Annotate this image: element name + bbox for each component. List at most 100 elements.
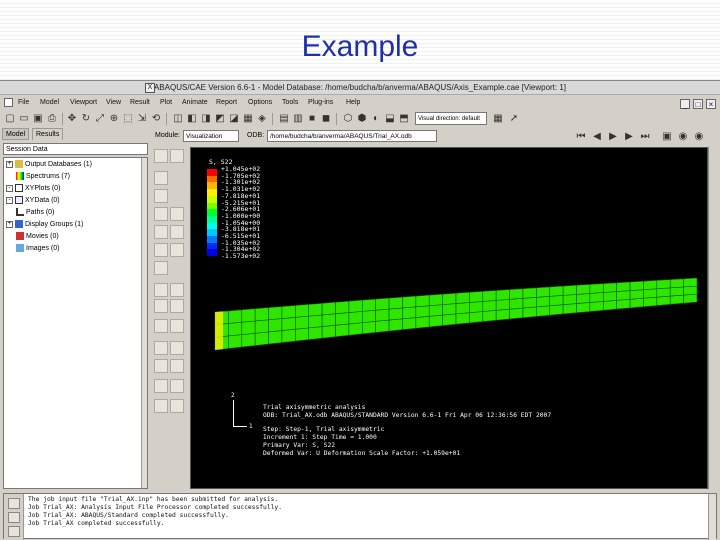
- mesh-element[interactable]: [415, 294, 430, 308]
- python-shell-icon[interactable]: [8, 512, 20, 523]
- material-orientation-icon[interactable]: [170, 225, 184, 239]
- mesh-element[interactable]: [629, 280, 644, 291]
- mesh-element[interactable]: [254, 307, 269, 322]
- plot-deformed-icon[interactable]: [170, 149, 184, 163]
- viewport-cascade-icon[interactable]: ◉: [693, 131, 705, 143]
- grid-toggle-icon[interactable]: ▦: [492, 113, 504, 125]
- top-view-icon[interactable]: ◨: [200, 113, 212, 125]
- mesh-element[interactable]: [295, 327, 310, 342]
- mesh-element[interactable]: [335, 312, 350, 326]
- create-path-icon[interactable]: [154, 299, 168, 313]
- free-body-icon[interactable]: [170, 341, 184, 355]
- mesh-element[interactable]: [428, 314, 443, 328]
- mesh-element[interactable]: [509, 298, 524, 310]
- mesh-element[interactable]: [402, 317, 417, 330]
- mesh-element[interactable]: [442, 313, 457, 326]
- mesh-element[interactable]: [375, 297, 390, 311]
- mesh-element[interactable]: [295, 304, 310, 318]
- mesh-element[interactable]: [348, 322, 363, 336]
- mesh-element[interactable]: [335, 323, 350, 338]
- expand-icon[interactable]: -: [6, 184, 13, 192]
- mesh-element[interactable]: [402, 306, 417, 320]
- mesh-element[interactable]: [375, 319, 390, 333]
- mesh-element[interactable]: [602, 282, 617, 293]
- maximize-icon[interactable]: □: [693, 99, 703, 109]
- open-folder-icon[interactable]: ▭: [18, 113, 30, 125]
- mesh-element[interactable]: [388, 318, 403, 332]
- tree-item-paths[interactable]: Paths (0): [16, 208, 54, 218]
- previous-frame-icon[interactable]: ◀: [591, 131, 603, 143]
- menu-animate[interactable]: Animate: [182, 96, 208, 110]
- create-display-group-icon[interactable]: [154, 359, 168, 373]
- color-code-icon[interactable]: [154, 379, 168, 393]
- module-select[interactable]: Visualization: [183, 130, 239, 142]
- mesh-element[interactable]: [254, 331, 269, 346]
- right-view-icon[interactable]: ▦: [242, 113, 254, 125]
- mesh-element[interactable]: [361, 320, 376, 335]
- tab-results[interactable]: Results: [32, 128, 64, 140]
- front-view-icon[interactable]: ◫: [172, 113, 184, 125]
- auto-fit-icon[interactable]: ⇲: [136, 113, 148, 125]
- plot-contour-icon[interactable]: [154, 171, 168, 185]
- remove-display-group-icon[interactable]: [170, 359, 184, 373]
- menu-options[interactable]: Options: [248, 96, 272, 110]
- mesh-element[interactable]: [643, 288, 658, 299]
- mesh-element[interactable]: [536, 305, 551, 317]
- mesh-element[interactable]: [268, 318, 283, 333]
- print-icon[interactable]: ⎙: [46, 113, 58, 125]
- render-style-icon[interactable]: ◐: [370, 113, 382, 125]
- mesh-element[interactable]: [522, 287, 537, 299]
- view-cut-icon[interactable]: [170, 319, 184, 333]
- menu-viewport[interactable]: Viewport: [70, 96, 97, 110]
- mesh-element[interactable]: [522, 306, 537, 319]
- mesh-element[interactable]: [669, 286, 684, 297]
- menu-model[interactable]: Model: [40, 96, 59, 110]
- mesh-element[interactable]: [254, 319, 269, 334]
- mesh-element[interactable]: [268, 330, 283, 345]
- menu-plugins[interactable]: Plug-ins: [308, 96, 333, 110]
- shaded-icon[interactable]: ◼: [320, 113, 332, 125]
- tree-item-xydata[interactable]: - XYData (0): [6, 196, 60, 206]
- last-frame-icon[interactable]: ⏭: [639, 131, 651, 143]
- next-frame-icon[interactable]: ▶: [623, 131, 635, 143]
- minimize-icon[interactable]: _: [680, 99, 690, 109]
- hidden-line-icon[interactable]: ▥: [292, 113, 304, 125]
- mesh-element[interactable]: [469, 301, 484, 313]
- query-information-icon[interactable]: [154, 319, 168, 333]
- tree-item-display-groups[interactable]: + Display Groups (1): [6, 220, 83, 230]
- mesh-element[interactable]: [576, 293, 591, 304]
- mesh-element[interactable]: [495, 289, 510, 301]
- bottom-view-icon[interactable]: ◩: [214, 113, 226, 125]
- mesh-element[interactable]: [522, 297, 537, 309]
- mesh-element[interactable]: [308, 302, 323, 317]
- wireframe-icon[interactable]: ▤: [278, 113, 290, 125]
- mesh-element[interactable]: [241, 332, 256, 348]
- mesh-element[interactable]: [388, 296, 403, 310]
- mesh-element[interactable]: [281, 305, 296, 319]
- box-zoom-icon[interactable]: ⬚: [122, 113, 134, 125]
- message-scrollbar[interactable]: [708, 494, 716, 540]
- create-xy-data-icon[interactable]: [154, 283, 168, 297]
- mesh-element[interactable]: [683, 285, 698, 296]
- mesh-element[interactable]: [629, 289, 644, 300]
- mesh-element[interactable]: [415, 305, 430, 318]
- mesh-element[interactable]: [281, 328, 296, 343]
- mesh-element[interactable]: [442, 292, 457, 305]
- viewport-scrollbar[interactable]: [708, 147, 718, 489]
- filled-icon[interactable]: ■: [306, 113, 318, 125]
- message-area-icon[interactable]: [8, 498, 20, 509]
- mesh-element[interactable]: [321, 313, 336, 327]
- mesh-element[interactable]: [562, 303, 577, 315]
- expand-icon[interactable]: -: [6, 196, 13, 204]
- mesh-element[interactable]: [562, 294, 577, 305]
- query-icon[interactable]: ➚: [508, 113, 520, 125]
- mesh-element[interactable]: [335, 300, 350, 315]
- mesh-element[interactable]: [495, 299, 510, 311]
- mesh-element[interactable]: [643, 296, 658, 308]
- mesh-element[interactable]: [361, 298, 376, 312]
- save-icon[interactable]: ▣: [32, 113, 44, 125]
- expand-icon[interactable]: +: [6, 160, 13, 168]
- mesh-element[interactable]: [602, 291, 617, 302]
- path-manager-icon[interactable]: [170, 299, 184, 313]
- contour-options-icon[interactable]: [170, 207, 184, 221]
